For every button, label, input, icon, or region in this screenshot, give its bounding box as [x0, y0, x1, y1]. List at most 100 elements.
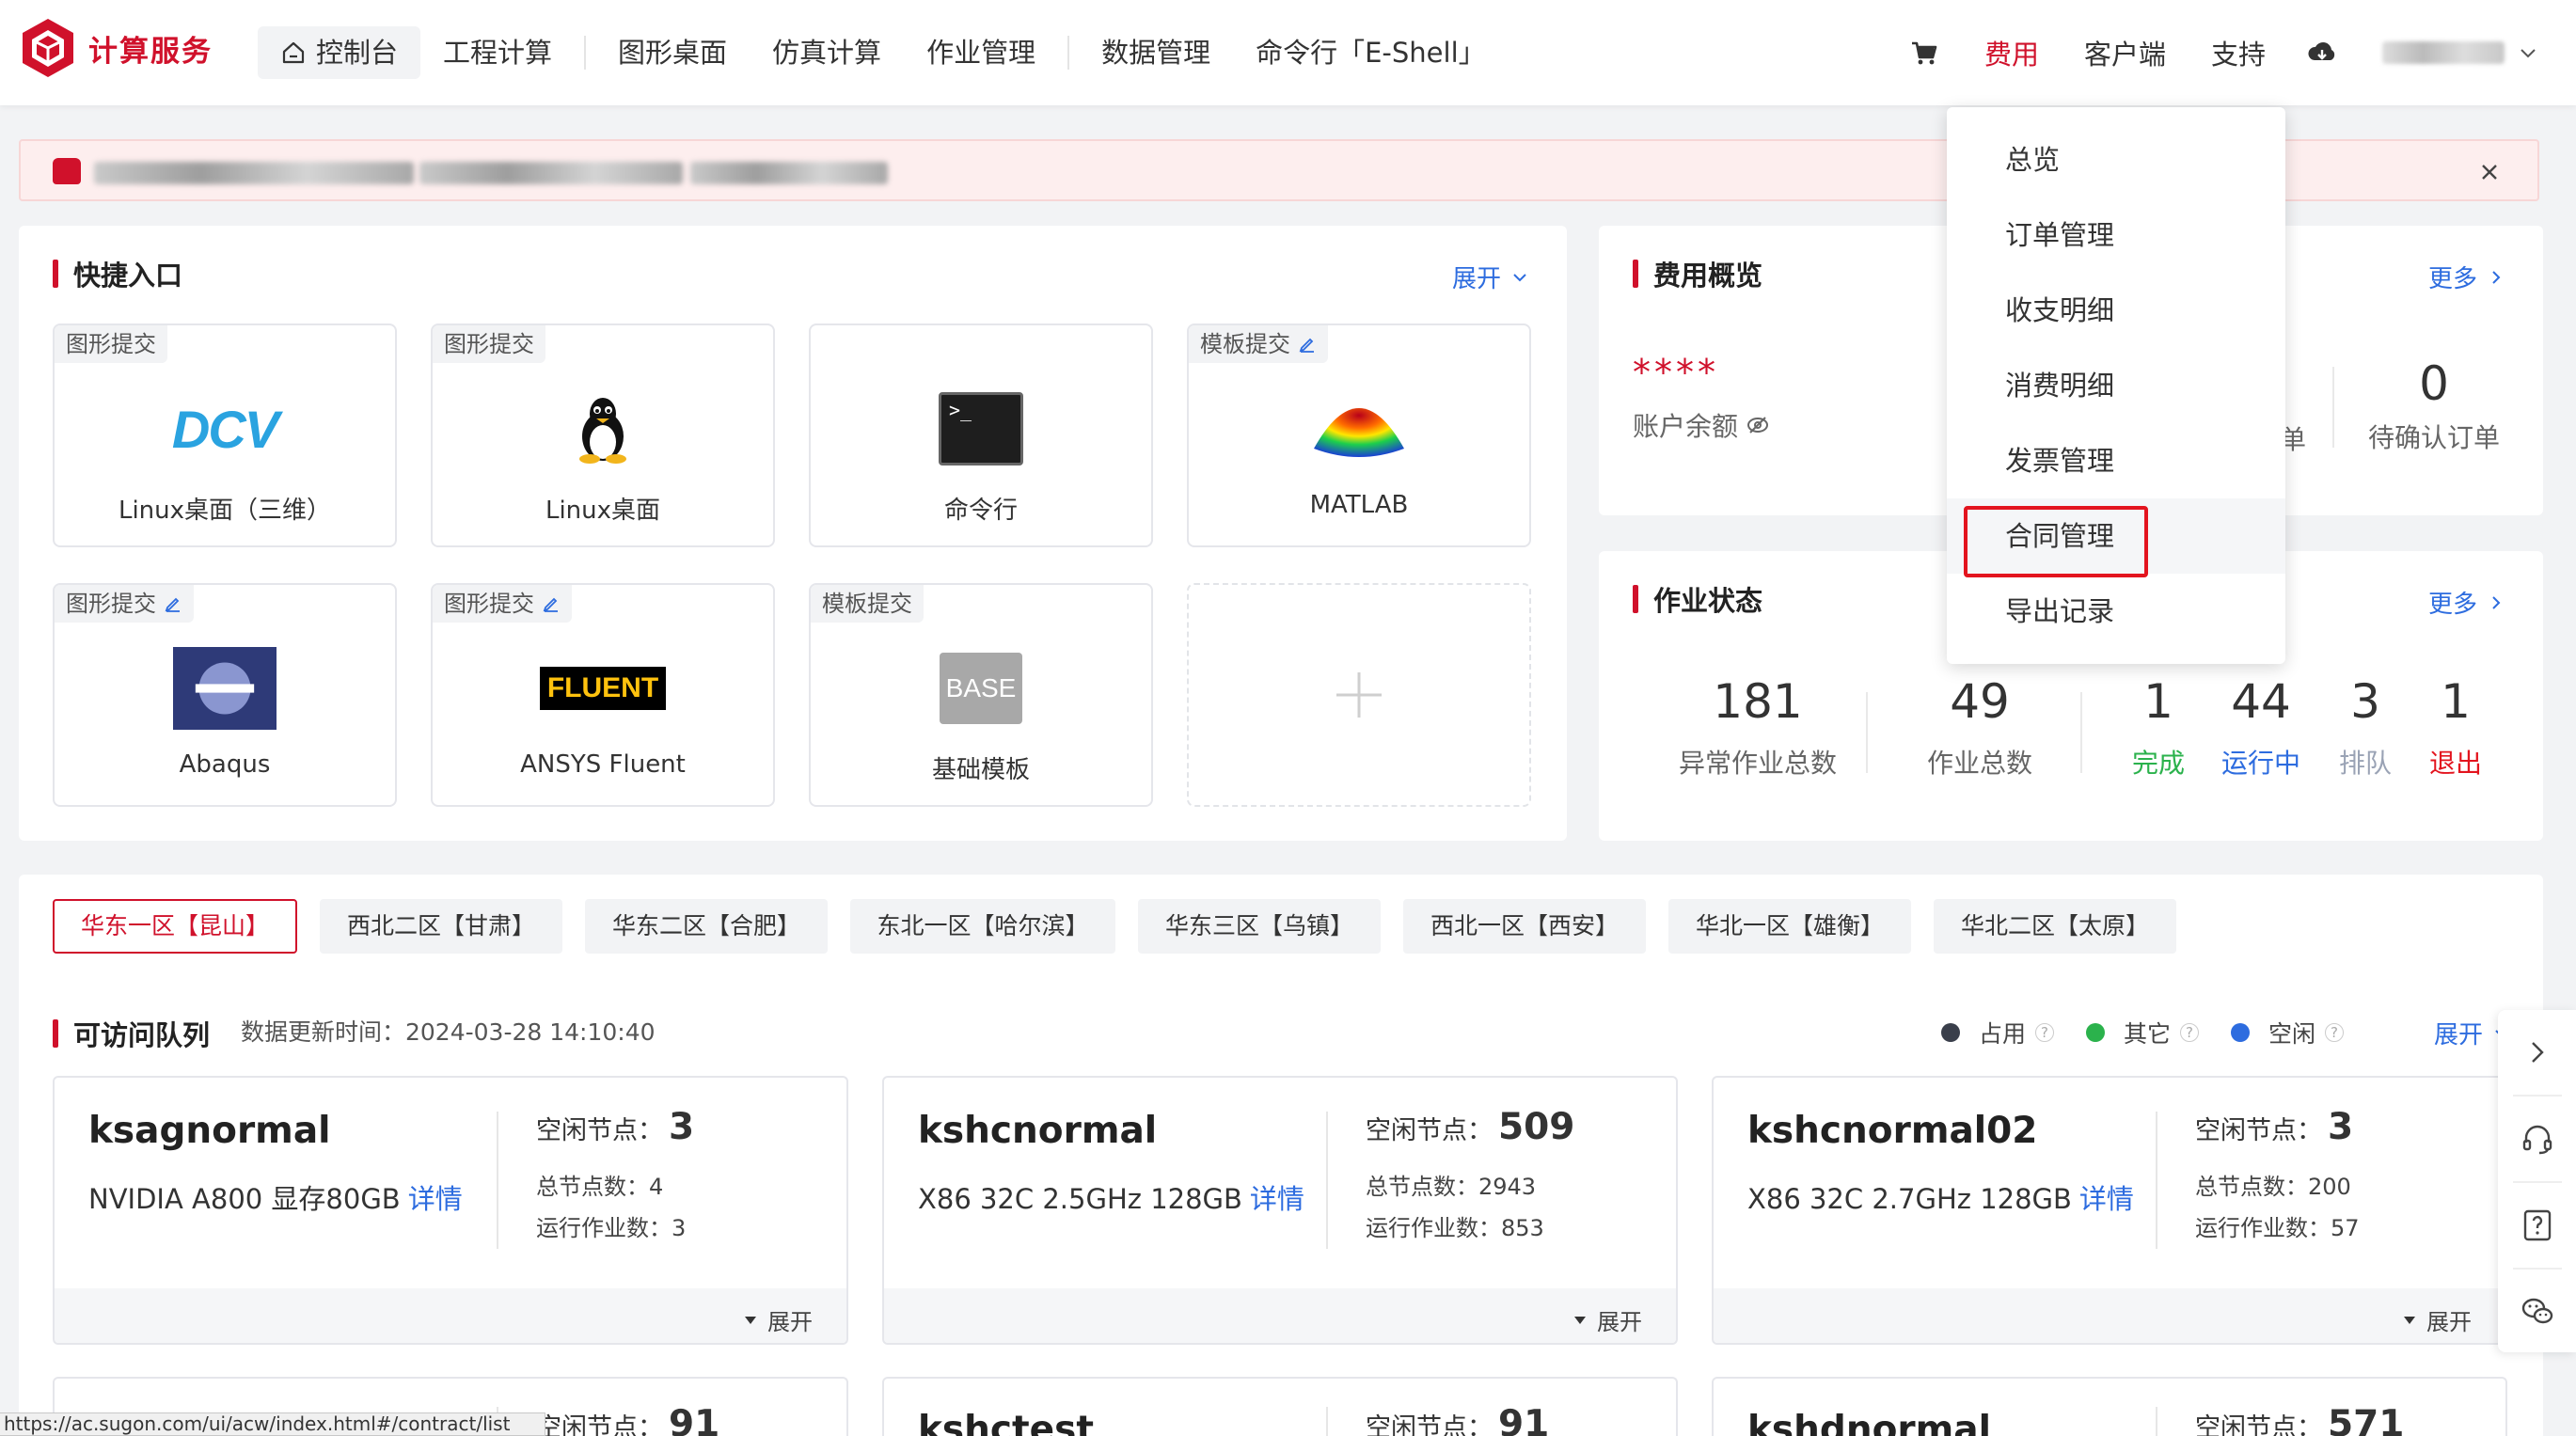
- queue-detail-link[interactable]: 详情: [408, 1183, 463, 1215]
- queue-total-nodes: 总节点数：200: [2195, 1168, 2351, 1201]
- card-divider: [497, 1112, 498, 1249]
- region-tab-taiyuan[interactable]: 华北二区【太原】: [1934, 899, 2176, 954]
- fluent-logo-text: FLUENT: [546, 672, 659, 703]
- done-jobs-stat[interactable]: 1 完成: [2126, 673, 2191, 781]
- nav-fees[interactable]: 费用: [1984, 33, 2039, 72]
- entry-matlab[interactable]: 模板提交 MATLAB: [1187, 323, 1531, 547]
- queue-total-nodes: 总节点数：4: [536, 1168, 663, 1201]
- region-tab-harbin[interactable]: 东北一区【哈尔滨】: [850, 899, 1115, 954]
- customer-service-button[interactable]: [2498, 1097, 2576, 1181]
- running-jobs-stat[interactable]: 44 运行中: [2214, 673, 2308, 781]
- entry-fluent[interactable]: 图形提交 FLUENT ANSYS Fluent: [431, 583, 775, 807]
- edit-icon[interactable]: [1298, 335, 1317, 354]
- fees-menu-consumption[interactable]: 消费明细: [1947, 348, 2285, 423]
- queue-card-kshctest[interactable]: kshctest 空闲节点： 91: [882, 1377, 1678, 1436]
- edit-icon[interactable]: [542, 594, 561, 613]
- queue-detail-link[interactable]: 详情: [2079, 1183, 2134, 1215]
- entry-label: ANSYS Fluent: [520, 750, 686, 779]
- brand-logo[interactable]: 计算服务: [19, 17, 213, 79]
- region-tab-kunshan[interactable]: 华东一区【昆山】: [53, 899, 297, 954]
- region-tab-gansu[interactable]: 西北二区【甘肃】: [320, 899, 562, 954]
- queued-jobs-stat[interactable]: 3 排队: [2332, 673, 2398, 781]
- card-expand-button[interactable]: 展开: [743, 1303, 813, 1336]
- help-doc-button[interactable]: [2498, 1183, 2576, 1268]
- free-value: 91: [669, 1403, 720, 1436]
- entry-linux-3d[interactable]: 图形提交 DCV Linux桌面（三维）: [53, 323, 397, 547]
- queue-detail-link[interactable]: 详情: [1250, 1183, 1304, 1215]
- entry-terminal[interactable]: >_ 命令行: [809, 323, 1153, 547]
- total-jobs-value: 49: [1950, 674, 2010, 729]
- nav-data[interactable]: 数据管理: [1079, 26, 1233, 79]
- help-icon[interactable]: ?: [2325, 1023, 2345, 1042]
- running-jobs-label: 运行中: [2220, 748, 2300, 779]
- job-status-more[interactable]: 更多: [2428, 585, 2505, 620]
- nav-simulation[interactable]: 仿真计算: [750, 26, 904, 79]
- queues-expand-label: 展开: [2434, 1021, 2484, 1049]
- cart-icon[interactable]: [1909, 38, 1939, 68]
- total-jobs-stat[interactable]: 49 作业总数: [1900, 673, 2060, 781]
- fees-menu-contracts-label: 合同管理: [2005, 520, 2115, 552]
- nav-engineering[interactable]: 工程计算: [420, 26, 575, 79]
- card-divider: [1326, 1407, 1328, 1436]
- cloud-download-icon[interactable]: [2307, 38, 2337, 68]
- dcv-logo-icon: DCV: [172, 384, 279, 474]
- help-icon[interactable]: ?: [2035, 1023, 2055, 1042]
- entry-label: MATLAB: [1309, 491, 1409, 519]
- fees-menu-transactions[interactable]: 收支明细: [1947, 273, 2285, 348]
- fee-overview-more[interactable]: 更多: [2428, 260, 2505, 294]
- fees-menu-exports[interactable]: 导出记录: [1947, 574, 2285, 649]
- nav-support[interactable]: 支持: [2211, 33, 2266, 72]
- region-tab-wuzhen[interactable]: 华东三区【乌镇】: [1138, 899, 1381, 954]
- card-expand-button[interactable]: 展开: [2402, 1303, 2472, 1336]
- free-value: 509: [1498, 1106, 1575, 1148]
- eye-off-icon[interactable]: [1746, 413, 1770, 437]
- queue-card-ksagnormal[interactable]: ksagnormal NVIDIA A800 显存80GB 详情 空闲节点： 3 总…: [53, 1076, 848, 1345]
- nav-jobs[interactable]: 作业管理: [904, 26, 1058, 79]
- collapse-toolbar-button[interactable]: [2498, 1010, 2576, 1095]
- close-icon[interactable]: [2475, 158, 2504, 186]
- pending-orders-value: 0: [2419, 356, 2449, 411]
- card-expand-button[interactable]: 展开: [1572, 1303, 1642, 1336]
- chevron-down-icon[interactable]: [2518, 42, 2538, 63]
- entry-base-template[interactable]: 模板提交 BASE 基础模板: [809, 583, 1153, 807]
- done-jobs-value: 1: [2143, 674, 2173, 729]
- nav-client[interactable]: 客户端: [2084, 33, 2166, 72]
- wechat-button[interactable]: [2498, 1270, 2576, 1354]
- entry-label: Linux桌面: [545, 497, 661, 525]
- queue-card-kshcnormal[interactable]: kshcnormal X86 32C 2.5GHz 128GB 详情 空闲节点： 5…: [882, 1076, 1678, 1345]
- help-icon[interactable]: ?: [2180, 1023, 2200, 1042]
- entry-tag: 图形提交: [55, 325, 167, 363]
- card-divider: [1326, 1112, 1328, 1249]
- legend-idle: 空闲 ?: [2231, 1016, 2345, 1049]
- abnormal-jobs-stat[interactable]: 181 异常作业总数: [1651, 673, 1864, 781]
- region-tab-hefei[interactable]: 华东二区【合肥】: [585, 899, 828, 954]
- browser-status-url: https://ac.sugon.com/ui/acw/index.html#/…: [0, 1412, 545, 1436]
- exited-jobs-stat[interactable]: 1 退出: [2423, 673, 2489, 781]
- base-template-icon: BASE: [929, 643, 1033, 734]
- card-footer: 展开: [884, 1288, 1676, 1343]
- user-account-menu[interactable]: [2382, 41, 2505, 64]
- nav-eshell[interactable]: 命令行「E-Shell」: [1233, 26, 1509, 79]
- chevron-right-icon: [2492, 595, 2501, 609]
- region-tab-xian[interactable]: 西北一区【西安】: [1403, 899, 1646, 954]
- pending-orders-stat[interactable]: 0 待确认订单: [2359, 355, 2509, 455]
- add-entry-button[interactable]: [1187, 583, 1531, 807]
- queues-updated-time: 数据更新时间：2024-03-28 14:10:40: [241, 1018, 656, 1046]
- account-balance-stat: **** 账户余额: [1633, 354, 1770, 444]
- queue-desc: NVIDIA A800 显存80GB 详情: [88, 1177, 463, 1217]
- queue-card-kshcnormal02[interactable]: kshcnormal02 X86 32C 2.7GHz 128GB 详情 空闲节点…: [1712, 1076, 2507, 1345]
- nav-desktop[interactable]: 图形桌面: [595, 26, 750, 79]
- quick-entry-expand[interactable]: 展开: [1452, 260, 1529, 294]
- fees-menu-contracts[interactable]: 合同管理: [1947, 498, 2285, 577]
- fees-menu-invoices[interactable]: 发票管理: [1947, 423, 2285, 498]
- region-tab-xiongheng[interactable]: 华北一区【雄衡】: [1668, 899, 1911, 954]
- fees-menu-orders[interactable]: 订单管理: [1947, 197, 2285, 273]
- queue-spec: NVIDIA A800 显存80GB: [88, 1183, 401, 1215]
- edit-icon[interactable]: [164, 594, 182, 613]
- queued-jobs-label: 排队: [2338, 748, 2392, 779]
- entry-linux[interactable]: 图形提交 Linux桌面: [431, 323, 775, 547]
- nav-console[interactable]: 控制台: [258, 26, 421, 79]
- entry-abaqus[interactable]: 图形提交 Abaqus: [53, 583, 397, 807]
- queue-card-kshdnormal[interactable]: kshdnormal 空闲节点： 571: [1712, 1377, 2507, 1436]
- fees-menu-overview[interactable]: 总览: [1947, 122, 2285, 197]
